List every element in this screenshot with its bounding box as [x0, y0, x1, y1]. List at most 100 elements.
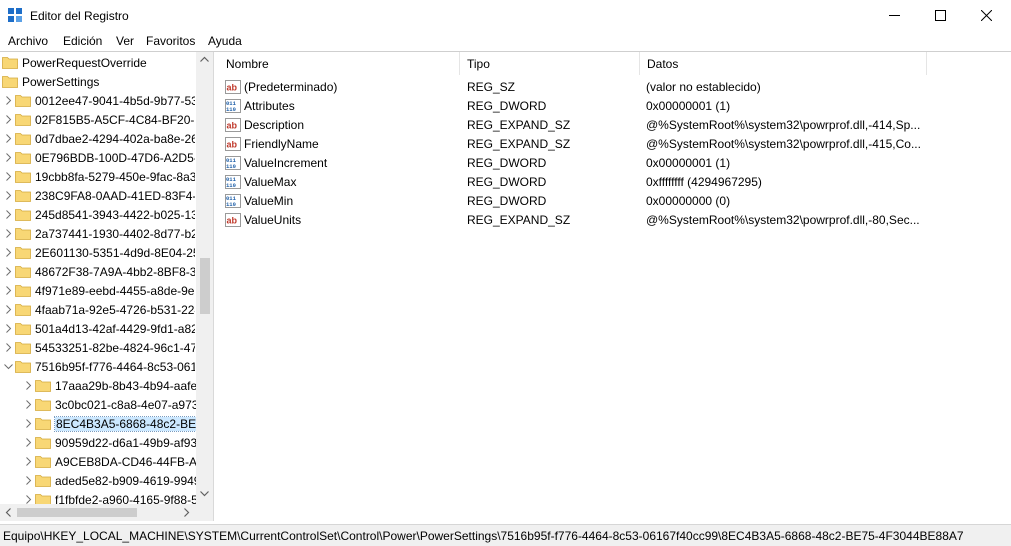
chevron-right-icon[interactable] — [1, 153, 15, 162]
tree-item-label: 2a737441-1930-4402-8d77-b2b — [35, 226, 195, 241]
value-name: (Predeterminado) — [244, 79, 338, 94]
tree-item[interactable]: 501a4d13-42af-4429-9fd1-a82 — [1, 319, 195, 338]
chevron-right-icon[interactable] — [1, 115, 15, 124]
value-name-cell: ab (Predeterminado) — [225, 77, 457, 96]
tree-item[interactable]: 90959d22-d6a1-49b9-af93 — [21, 433, 213, 452]
tree-item[interactable]: 2E601130-5351-4d9d-8E04-252 — [1, 243, 195, 262]
folder-icon — [35, 436, 51, 449]
value-row[interactable]: 011 110 Attributes REG_DWORD 0x00000001 (1) — [219, 96, 1009, 115]
menu-archivo[interactable]: Archivo — [8, 34, 48, 48]
tree-item[interactable]: 54533251-82be-4824-96c1-47b — [1, 338, 195, 357]
tree-vertical-scroll-thumb[interactable] — [200, 258, 210, 314]
chevron-right-icon[interactable] — [1, 96, 15, 105]
tree-item-label: 2E601130-5351-4d9d-8E04-252 — [35, 245, 195, 260]
menu-favoritos[interactable]: Favoritos — [146, 34, 195, 48]
menu-ayuda[interactable]: Ayuda — [208, 34, 242, 48]
tree-horizontal-scroll-thumb[interactable] — [17, 508, 137, 517]
value-name-cell: 011 110 ValueMin — [225, 191, 457, 210]
column-header-type[interactable]: Tipo — [460, 52, 640, 75]
value-name: FriendlyName — [244, 136, 319, 151]
tree-item[interactable]: PowerRequestOverride — [2, 53, 196, 72]
folder-icon — [15, 151, 31, 164]
tree-item[interactable]: 19cbb8fa-5279-450e-9fac-8a3 — [1, 167, 195, 186]
scroll-right-icon[interactable] — [184, 508, 190, 517]
tree-item[interactable]: 0E796BDB-100D-47D6-A2D5-F — [1, 148, 195, 167]
tree-item-label: 0012ee47-9041-4b5d-9b77-535 — [35, 93, 195, 108]
maximize-icon — [934, 10, 946, 21]
maximize-button[interactable] — [917, 0, 963, 31]
chevron-right-icon[interactable] — [21, 438, 35, 447]
chevron-right-icon[interactable] — [1, 248, 15, 257]
tree-item-label: 245d8541-3943-4422-b025-13a — [35, 207, 195, 222]
menu-edicion[interactable]: Edición — [63, 34, 102, 48]
chevron-right-icon[interactable] — [21, 457, 35, 466]
chevron-right-icon[interactable] — [1, 191, 15, 200]
chevron-right-icon[interactable] — [21, 419, 35, 428]
scroll-left-icon[interactable] — [5, 508, 11, 517]
tree-item[interactable]: 7516b95f-f776-4464-8c53-061 — [1, 357, 195, 376]
tree-item[interactable]: aded5e82-b909-4619-9949 — [21, 471, 213, 490]
value-name: ValueMin — [244, 193, 294, 208]
value-row[interactable]: ab (Predeterminado) REG_SZ (valor no establ… — [219, 77, 1009, 96]
chevron-right-icon[interactable] — [21, 400, 35, 409]
value-row[interactable]: 011 110 ValueMin REG_DWORD 0x00000000 (0) — [219, 191, 1009, 210]
tree-item[interactable]: PowerSettings — [2, 72, 196, 91]
svg-text:ab: ab — [227, 215, 238, 225]
tree-item-label: aded5e82-b909-4619-9949 — [55, 473, 201, 488]
tree-item[interactable]: 238C9FA8-0AAD-41ED-83F4-9 — [1, 186, 195, 205]
registry-editor-icon — [8, 8, 22, 22]
key-tree[interactable]: PowerRequestOverride PowerSettings 0012ee4… — [0, 52, 214, 521]
tree-item[interactable]: 3c0bc021-c8a8-4e07-a973 — [21, 395, 213, 414]
chevron-down-icon[interactable] — [1, 363, 15, 370]
tree-item-label: 19cbb8fa-5279-450e-9fac-8a3 — [35, 169, 195, 184]
tree-item[interactable]: 4f971e89-eebd-4455-a8de-9e5 — [1, 281, 195, 300]
tree-item[interactable]: A9CEB8DA-CD46-44FB-A9 — [21, 452, 213, 471]
tree-item[interactable]: 245d8541-3943-4422-b025-13a — [1, 205, 195, 224]
chevron-right-icon[interactable] — [1, 229, 15, 238]
binary-value-icon: 011 110 — [225, 98, 241, 113]
folder-icon — [15, 303, 31, 316]
string-value-icon: ab — [225, 136, 241, 151]
chevron-right-icon[interactable] — [1, 286, 15, 295]
chevron-right-icon[interactable] — [21, 476, 35, 485]
value-row[interactable]: ab FriendlyName REG_EXPAND_SZ @%SystemRoot%… — [219, 134, 1009, 153]
menu-ver[interactable]: Ver — [116, 34, 134, 48]
minimize-icon — [888, 15, 900, 16]
tree-item-label: A9CEB8DA-CD46-44FB-A9 — [55, 454, 204, 469]
value-row[interactable]: ab ValueUnits REG_EXPAND_SZ @%SystemRoot%\s… — [219, 210, 1009, 229]
tree-item[interactable]: 2a737441-1930-4402-8d77-b2b — [1, 224, 195, 243]
tree-item[interactable]: 0012ee47-9041-4b5d-9b77-535 — [1, 91, 195, 110]
chevron-right-icon[interactable] — [1, 134, 15, 143]
column-header-data[interactable]: Datos — [640, 52, 927, 75]
status-bar: Equipo\HKEY_LOCAL_MACHINE\SYSTEM\Current… — [0, 524, 1011, 546]
chevron-right-icon[interactable] — [1, 343, 15, 352]
value-row[interactable]: 011 110 ValueIncrement REG_DWORD 0x00000001 … — [219, 153, 1009, 172]
folder-icon — [15, 170, 31, 183]
chevron-right-icon[interactable] — [21, 495, 35, 504]
chevron-right-icon[interactable] — [1, 172, 15, 181]
value-name-cell: ab FriendlyName — [225, 134, 457, 153]
tree-item[interactable]: 8EC4B3A5-6868-48c2-BE75 — [21, 414, 213, 433]
close-button[interactable] — [963, 0, 1009, 31]
chevron-right-icon[interactable] — [1, 324, 15, 333]
chevron-right-icon[interactable] — [1, 305, 15, 314]
scroll-up-icon[interactable] — [200, 56, 209, 62]
value-row[interactable]: ab Description REG_EXPAND_SZ @%SystemRoot%\… — [219, 115, 1009, 134]
chevron-right-icon[interactable] — [1, 267, 15, 276]
value-type: REG_DWORD — [467, 98, 547, 113]
chevron-right-icon[interactable] — [21, 381, 35, 390]
chevron-right-icon[interactable] — [1, 210, 15, 219]
tree-item[interactable]: 4faab71a-92e5-4726-b531-224 — [1, 300, 195, 319]
tree-item-label: 48672F38-7A9A-4bb2-8BF8-3D — [35, 264, 195, 279]
scroll-down-icon[interactable] — [200, 491, 209, 497]
tree-item[interactable]: 02F815B5-A5CF-4C84-BF20-64 — [1, 110, 195, 129]
tree-item-label: PowerRequestOverride — [22, 55, 147, 70]
value-row[interactable]: 011 110 ValueMax REG_DWORD 0xffffffff (42949… — [219, 172, 1009, 191]
tree-item[interactable]: 17aaa29b-8b43-4b94-aafe — [21, 376, 213, 395]
string-value-icon: ab — [225, 117, 241, 132]
tree-item[interactable]: 48672F38-7A9A-4bb2-8BF8-3D — [1, 262, 195, 281]
column-header-name[interactable]: Nombre — [219, 52, 460, 75]
tree-item[interactable]: 0d7dbae2-4294-402a-ba8e-26 — [1, 129, 195, 148]
minimize-button[interactable] — [871, 0, 917, 31]
value-data: @%SystemRoot%\system32\powrprof.dll,-415… — [646, 136, 921, 151]
